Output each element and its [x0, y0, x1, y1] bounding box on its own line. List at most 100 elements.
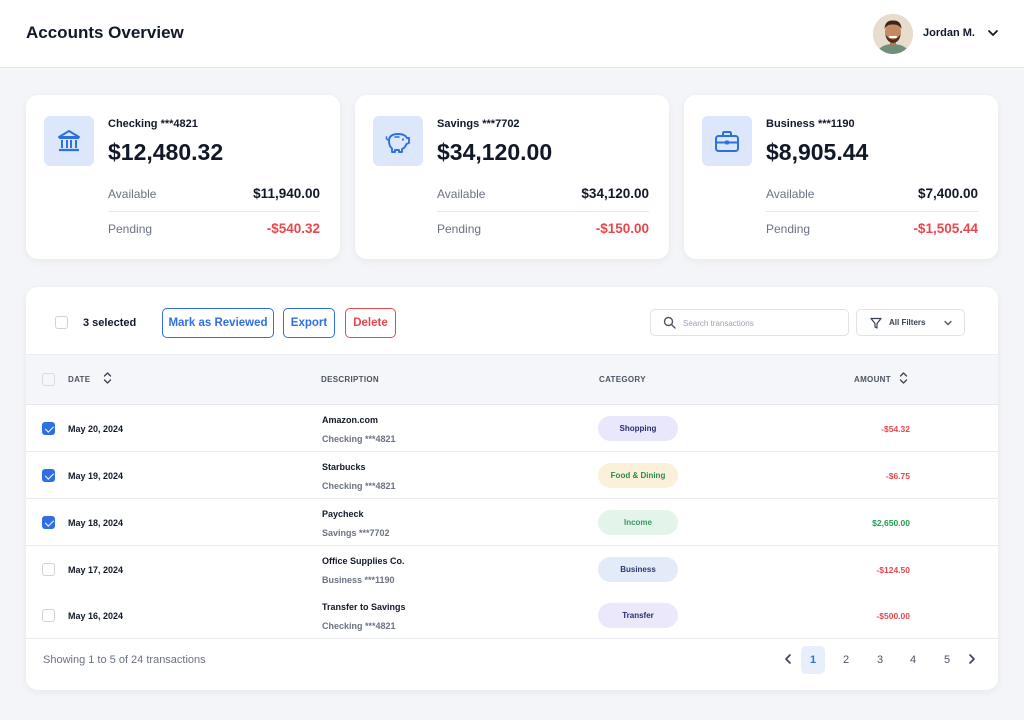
row-date: May 20, 2024 — [68, 424, 124, 434]
account-balance: $8,905.44 — [766, 139, 869, 165]
pending-value: -$150.00 — [595, 221, 649, 236]
table-row[interactable]: May 19, 2024 Starbucks Checking ***4821 … — [26, 452, 998, 499]
search-box[interactable] — [650, 309, 849, 336]
chevron-down-icon[interactable] — [986, 26, 1000, 40]
row-amount: -$6.75 — [885, 471, 910, 481]
row-account: Checking ***4821 — [322, 621, 396, 631]
row-checkbox[interactable] — [42, 469, 55, 482]
row-amount: $2,650.00 — [872, 518, 910, 528]
category-badge: Shopping — [598, 416, 678, 441]
chevron-left-icon[interactable] — [782, 653, 794, 665]
row-amount: -$54.32 — [881, 424, 910, 434]
table-row[interactable]: May 16, 2024 Transfer to Savings Checkin… — [26, 592, 998, 639]
page-4-button[interactable]: 4 — [901, 646, 925, 674]
row-account: Checking ***4821 — [322, 481, 396, 491]
table-row[interactable]: May 18, 2024 Paycheck Savings ***7702 In… — [26, 499, 998, 546]
delete-button[interactable]: Delete — [345, 308, 396, 338]
account-card-business[interactable]: Business ***1190 $8,905.44 Available $7,… — [684, 95, 998, 259]
transactions-panel: 3 selected Mark as Reviewed Export Delet… — [26, 287, 998, 690]
card-divider — [437, 211, 649, 212]
row-description: Office Supplies Co. — [322, 556, 405, 566]
pagination-summary: Showing 1 to 5 of 24 transactions — [43, 654, 206, 666]
account-name: Savings ***7702 — [437, 118, 520, 130]
category-badge: Income — [598, 510, 678, 535]
mark-reviewed-button[interactable]: Mark as Reviewed — [162, 308, 274, 338]
category-badge: Business — [598, 557, 678, 582]
row-account: Business ***1190 — [322, 575, 395, 585]
account-card-savings[interactable]: Savings ***7702 $34,120.00 Available $34… — [355, 95, 669, 259]
column-date[interactable]: DATE — [68, 375, 90, 384]
select-all-checkbox[interactable] — [55, 316, 68, 329]
available-value: $34,120.00 — [581, 186, 649, 201]
row-checkbox[interactable] — [42, 516, 55, 529]
piggy-bank-icon — [385, 133, 410, 153]
row-date: May 16, 2024 — [68, 611, 124, 621]
chevron-down-icon — [944, 320, 952, 326]
row-amount: -$124.50 — [876, 565, 910, 575]
table-row[interactable]: May 20, 2024 Amazon.com Checking ***4821… — [26, 405, 998, 452]
account-name: Business ***1190 — [766, 118, 855, 130]
bank-icon — [58, 130, 80, 152]
row-description: Paycheck — [322, 509, 364, 519]
row-checkbox[interactable] — [42, 609, 55, 622]
table-header: DATE DESCRIPTION CATEGORY AMOUNT — [26, 354, 998, 405]
selected-count: 3 selected — [83, 317, 137, 329]
category-badge: Food & Dining — [598, 463, 678, 488]
column-amount[interactable]: AMOUNT — [854, 375, 891, 384]
avatar[interactable] — [873, 14, 913, 54]
sort-icon[interactable] — [899, 371, 908, 385]
account-card-checking[interactable]: Checking ***4821 $12,480.32 Available $1… — [26, 95, 340, 259]
search-icon — [663, 316, 676, 329]
row-checkbox[interactable] — [42, 563, 55, 576]
card-divider — [766, 211, 978, 212]
row-description: Starbucks — [322, 462, 366, 472]
column-description: DESCRIPTION — [321, 375, 379, 384]
available-value: $7,400.00 — [917, 186, 978, 201]
row-account: Savings ***7702 — [322, 528, 390, 538]
chevron-right-icon[interactable] — [966, 653, 978, 665]
row-checkbox[interactable] — [42, 422, 55, 435]
top-header: Accounts Overview Jordan M. — [0, 0, 1024, 68]
search-input[interactable] — [683, 315, 843, 331]
column-category: CATEGORY — [599, 375, 646, 384]
available-label: Available — [766, 187, 815, 201]
account-balance: $34,120.00 — [437, 139, 553, 165]
briefcase-icon — [715, 131, 739, 152]
pending-label: Pending — [766, 222, 811, 236]
filter-icon — [870, 317, 882, 329]
all-filters-button[interactable]: All Filters — [856, 309, 965, 336]
card-icon-wrap — [702, 116, 752, 166]
row-description: Amazon.com — [322, 415, 379, 425]
row-date: May 19, 2024 — [68, 471, 124, 481]
account-name: Checking ***4821 — [108, 118, 198, 130]
filters-label: All Filters — [889, 318, 926, 327]
page-5-button[interactable]: 5 — [935, 646, 959, 674]
card-icon-wrap — [44, 116, 94, 166]
page-3-button[interactable]: 3 — [868, 646, 892, 674]
card-divider — [108, 211, 320, 212]
export-button[interactable]: Export — [283, 308, 335, 338]
sort-icon[interactable] — [103, 371, 112, 385]
pending-value: -$540.32 — [266, 221, 320, 236]
card-icon-wrap — [373, 116, 423, 166]
table-row[interactable]: May 17, 2024 Office Supplies Co. Busines… — [26, 546, 998, 593]
avatar-image — [873, 14, 913, 54]
page-title: Accounts Overview — [26, 23, 184, 42]
row-description: Transfer to Savings — [322, 602, 406, 612]
available-label: Available — [108, 187, 157, 201]
row-account: Checking ***4821 — [322, 434, 396, 444]
available-value: $11,940.00 — [253, 186, 320, 201]
page-1-button[interactable]: 1 — [801, 646, 825, 674]
category-badge: Transfer — [598, 603, 678, 628]
available-label: Available — [437, 187, 486, 201]
pending-label: Pending — [437, 222, 482, 236]
row-date: May 17, 2024 — [68, 565, 124, 575]
page-2-button[interactable]: 2 — [834, 646, 858, 674]
user-name[interactable]: Jordan M. — [923, 27, 975, 39]
header-checkbox[interactable] — [42, 373, 55, 386]
row-amount: -$500.00 — [876, 611, 910, 621]
row-date: May 18, 2024 — [68, 518, 124, 528]
account-balance: $12,480.32 — [108, 139, 224, 165]
pending-label: Pending — [108, 222, 153, 236]
pending-value: -$1,505.44 — [913, 221, 978, 236]
